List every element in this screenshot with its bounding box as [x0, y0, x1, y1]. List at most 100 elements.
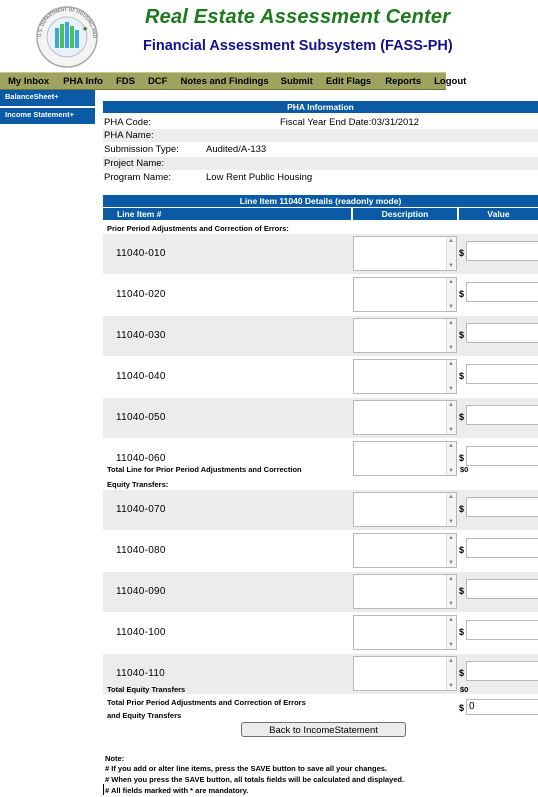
- line-item-number: 11040-080: [116, 545, 166, 556]
- nav-logout[interactable]: Logout: [434, 76, 466, 87]
- pha-code-row: PHA Code: Fiscal Year End Date:03/31/201…: [103, 116, 538, 129]
- table-row: 11040-040 ▲ ▼ $: [103, 357, 538, 397]
- line-item-number: 11040-030: [116, 330, 166, 341]
- nav-notes-and-findings[interactable]: Notes and Findings: [180, 76, 268, 87]
- pha-code-label: PHA Code:: [104, 117, 151, 128]
- back-to-income-statement-button[interactable]: Back to IncomeStatement: [241, 722, 406, 737]
- sidebar-item-balance-sheet[interactable]: BalanceSheet+: [0, 90, 95, 108]
- description-textarea[interactable]: ▲ ▼: [353, 574, 457, 609]
- textarea-scrollbar[interactable]: ▲ ▼: [446, 237, 456, 270]
- table-row: 11040-030 ▲ ▼ $: [103, 316, 538, 356]
- nav-my-inbox[interactable]: My Inbox: [8, 76, 49, 87]
- scroll-up-arrow-icon[interactable]: ▲: [448, 361, 454, 367]
- scroll-down-arrow-icon[interactable]: ▼: [448, 345, 454, 351]
- textarea-scrollbar[interactable]: ▲ ▼: [446, 401, 456, 434]
- textarea-scrollbar[interactable]: ▲ ▼: [446, 278, 456, 311]
- description-textarea[interactable]: ▲ ▼: [353, 277, 457, 312]
- value-input[interactable]: [466, 282, 538, 302]
- section-prior-period-label: Prior Period Adjustments and Correction …: [107, 224, 289, 233]
- scroll-down-arrow-icon[interactable]: ▼: [448, 560, 454, 566]
- nav-dcf[interactable]: DCF: [148, 76, 168, 87]
- pha-name-row: PHA Name:: [103, 129, 538, 142]
- nav-reports[interactable]: Reports: [385, 76, 421, 87]
- nav-edit-flags[interactable]: Edit Flags: [326, 76, 371, 87]
- line-item-number: 11040-100: [116, 627, 166, 638]
- table-row: 11040-070 ▲ ▼ $: [103, 490, 538, 530]
- value-input[interactable]: [466, 241, 538, 261]
- value-input[interactable]: [466, 497, 538, 517]
- column-header-line-item: Line Item #: [103, 208, 351, 220]
- scroll-down-arrow-icon[interactable]: ▼: [448, 683, 454, 689]
- description-textarea[interactable]: ▲ ▼: [353, 318, 457, 353]
- line-item-header: Line Item 11040 Details (readonly mode): [103, 195, 538, 207]
- textarea-scrollbar[interactable]: ▲ ▼: [446, 319, 456, 352]
- scroll-down-arrow-icon[interactable]: ▼: [448, 468, 454, 474]
- table-row: 11040-050 ▲ ▼ $: [103, 398, 538, 438]
- line-item-number: 11040-070: [116, 504, 166, 515]
- value-input[interactable]: [466, 405, 538, 425]
- program-name-label: Program Name:: [104, 172, 172, 183]
- scroll-down-arrow-icon[interactable]: ▼: [448, 263, 454, 269]
- hud-seal-logo: ★ U.S. DEPARTMENT OF HOUSING AND URBAN D…: [31, 1, 101, 69]
- scroll-up-arrow-icon[interactable]: ▲: [448, 494, 454, 500]
- currency-symbol: $: [459, 371, 465, 381]
- scroll-down-arrow-icon[interactable]: ▼: [448, 427, 454, 433]
- total-equity-transfers-label: Total Equity Transfers: [107, 685, 186, 694]
- top-nav-bar: My Inbox PHA Info FDS DCF Notes and Find…: [0, 72, 466, 90]
- section-equity-transfers-label: Equity Transfers:: [107, 480, 169, 489]
- textarea-scrollbar[interactable]: ▲ ▼: [446, 442, 456, 475]
- description-textarea[interactable]: ▲ ▼: [353, 492, 457, 527]
- total-prior-period-value: $0: [460, 465, 469, 474]
- app-subtitle: Financial Assessment Subsystem (FASS-PH): [143, 38, 453, 54]
- value-input[interactable]: [466, 620, 538, 640]
- scroll-down-arrow-icon[interactable]: ▼: [448, 304, 454, 310]
- scroll-up-arrow-icon[interactable]: ▲: [448, 617, 454, 623]
- currency-symbol: $: [459, 412, 465, 422]
- scroll-up-arrow-icon[interactable]: ▲: [448, 535, 454, 541]
- scroll-down-arrow-icon[interactable]: ▼: [448, 601, 454, 607]
- nav-submit[interactable]: Submit: [281, 76, 313, 87]
- nav-fds[interactable]: FDS: [116, 76, 135, 87]
- pha-name-label: PHA Name:: [104, 130, 154, 141]
- textarea-scrollbar[interactable]: ▲ ▼: [446, 575, 456, 608]
- scroll-up-arrow-icon[interactable]: ▲: [448, 320, 454, 326]
- line-item-number: 11040-020: [116, 289, 166, 300]
- program-name-row: Program Name: Low Rent Public Housing: [103, 171, 538, 184]
- note-line-2: # When you press the SAVE button, all to…: [105, 775, 405, 784]
- scroll-down-arrow-icon[interactable]: ▼: [448, 642, 454, 648]
- textarea-scrollbar[interactable]: ▲ ▼: [446, 534, 456, 567]
- scroll-up-arrow-icon[interactable]: ▲: [448, 443, 454, 449]
- description-textarea[interactable]: ▲ ▼: [353, 400, 457, 435]
- submission-type-label: Submission Type:: [104, 144, 179, 155]
- textarea-scrollbar[interactable]: ▲ ▼: [446, 360, 456, 393]
- column-header-value: Value: [459, 208, 538, 220]
- description-textarea[interactable]: ▲ ▼: [353, 441, 457, 476]
- value-input[interactable]: [466, 364, 538, 384]
- description-textarea[interactable]: ▲ ▼: [353, 656, 457, 691]
- total-combined-value-field[interactable]: 0: [466, 699, 538, 715]
- value-input[interactable]: [466, 323, 538, 343]
- scroll-up-arrow-icon[interactable]: ▲: [448, 576, 454, 582]
- textarea-scrollbar[interactable]: ▲ ▼: [446, 657, 456, 690]
- sidebar-item-income-statement[interactable]: Income Statement+: [0, 108, 95, 126]
- description-textarea[interactable]: ▲ ▼: [353, 236, 457, 271]
- textarea-scrollbar[interactable]: ▲ ▼: [446, 616, 456, 649]
- description-textarea[interactable]: ▲ ▼: [353, 615, 457, 650]
- value-input[interactable]: [466, 579, 538, 599]
- text-cursor: [103, 784, 104, 795]
- textarea-scrollbar[interactable]: ▲ ▼: [446, 493, 456, 526]
- currency-symbol: $: [459, 668, 465, 678]
- scroll-down-arrow-icon[interactable]: ▼: [448, 519, 454, 525]
- description-textarea[interactable]: ▲ ▼: [353, 533, 457, 568]
- value-input[interactable]: [466, 446, 538, 466]
- scroll-up-arrow-icon[interactable]: ▲: [448, 402, 454, 408]
- nav-pha-info[interactable]: PHA Info: [63, 76, 103, 87]
- scroll-up-arrow-icon[interactable]: ▲: [448, 279, 454, 285]
- scroll-down-arrow-icon[interactable]: ▼: [448, 386, 454, 392]
- project-name-label: Project Name:: [104, 158, 165, 169]
- description-textarea[interactable]: ▲ ▼: [353, 359, 457, 394]
- scroll-up-arrow-icon[interactable]: ▲: [448, 658, 454, 664]
- value-input[interactable]: [466, 538, 538, 558]
- scroll-up-arrow-icon[interactable]: ▲: [448, 238, 454, 244]
- value-input[interactable]: [466, 661, 538, 681]
